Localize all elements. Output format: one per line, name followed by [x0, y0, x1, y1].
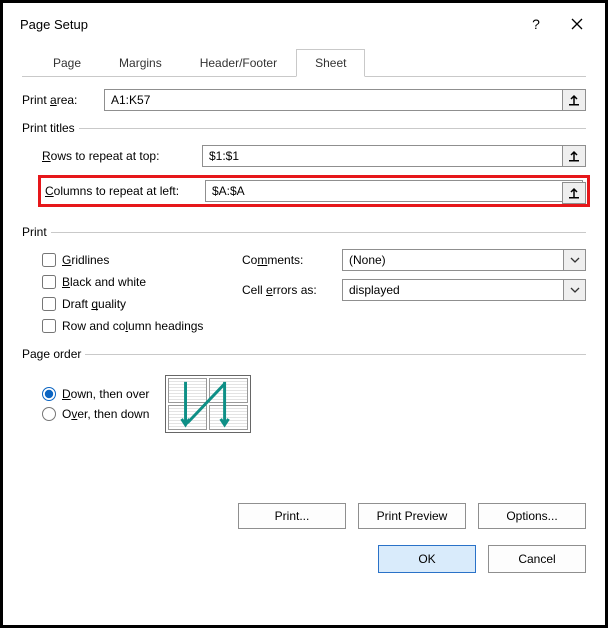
print-preview-button[interactable]: Print Preview [358, 503, 466, 529]
over-down-radio[interactable] [42, 407, 56, 421]
comments-select[interactable]: (None) [342, 249, 564, 271]
print-area-label: Print area: [22, 93, 104, 107]
help-button[interactable]: ? [516, 9, 556, 39]
tab-sheet[interactable]: Sheet [296, 49, 365, 77]
comments-label: Comments: [242, 253, 342, 267]
options-button[interactable]: Options... [478, 503, 586, 529]
cell-errors-select[interactable]: displayed [342, 279, 564, 301]
dialog-title: Page Setup [20, 17, 88, 32]
rows-repeat-label: Rows to repeat at top: [42, 149, 202, 163]
bw-checkbox-row[interactable]: Black and white [42, 271, 242, 293]
gridlines-checkbox-row[interactable]: Gridlines [42, 249, 242, 271]
down-over-radio[interactable] [42, 387, 56, 401]
print-titles-legend: Print titles [22, 121, 79, 135]
print-area-collapse-button[interactable] [562, 89, 586, 111]
tab-strip: Page Margins Header/Footer Sheet [22, 48, 586, 77]
down-over-radio-row[interactable]: Down, then over [42, 387, 149, 401]
ok-button[interactable]: OK [378, 545, 476, 573]
page-order-preview [165, 375, 251, 433]
headings-checkbox-row[interactable]: Row and column headings [42, 315, 242, 337]
close-button[interactable] [556, 9, 598, 39]
tab-header-footer[interactable]: Header/Footer [181, 49, 296, 77]
close-icon [571, 18, 583, 30]
cell-errors-label: Cell errors as: [242, 283, 342, 297]
bw-checkbox[interactable] [42, 275, 56, 289]
collapse-dialog-icon [568, 187, 580, 199]
cancel-button[interactable]: Cancel [488, 545, 586, 573]
draft-checkbox[interactable] [42, 297, 56, 311]
cols-repeat-collapse-button[interactable] [562, 182, 586, 204]
cell-errors-dropdown-button[interactable] [564, 279, 586, 301]
draft-checkbox-row[interactable]: Draft quality [42, 293, 242, 315]
over-down-radio-row[interactable]: Over, then down [42, 407, 149, 421]
chevron-down-icon [570, 285, 580, 295]
page-order-legend: Page order [22, 347, 85, 361]
comments-dropdown-button[interactable] [564, 249, 586, 271]
rows-repeat-collapse-button[interactable] [562, 145, 586, 167]
tab-margins[interactable]: Margins [100, 49, 181, 77]
chevron-down-icon [570, 255, 580, 265]
collapse-dialog-icon [568, 150, 580, 162]
headings-checkbox[interactable] [42, 319, 56, 333]
print-group: Print Gridlines Black and white Draft qu… [22, 225, 586, 337]
page-order-group: Page order Down, then over Over, then do… [22, 347, 586, 433]
print-button[interactable]: Print... [238, 503, 346, 529]
collapse-dialog-icon [568, 94, 580, 106]
print-area-input[interactable] [104, 89, 562, 111]
tab-page[interactable]: Page [34, 49, 100, 77]
print-titles-group: Print titles Rows to repeat at top: Colu… [22, 121, 586, 215]
rows-repeat-input[interactable] [202, 145, 562, 167]
gridlines-checkbox[interactable] [42, 253, 56, 267]
print-legend: Print [22, 225, 51, 239]
